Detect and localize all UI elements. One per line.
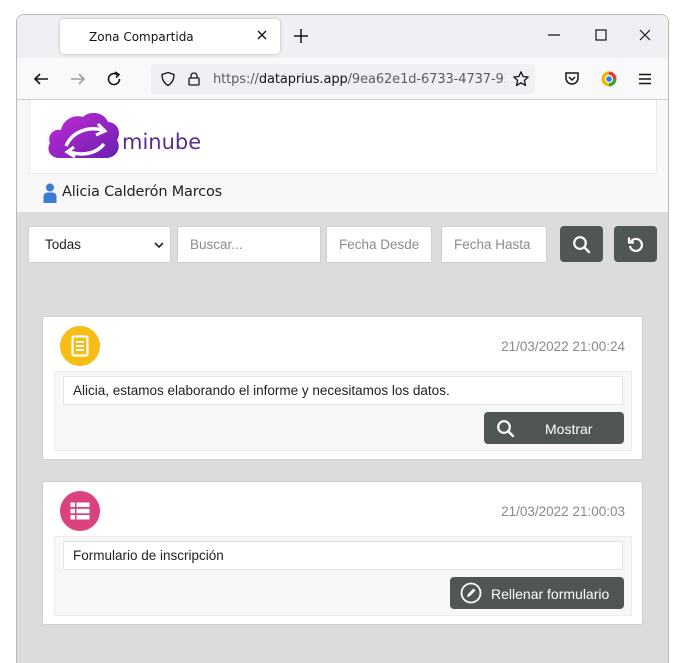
browser-window: Zona Compartida https://dataprius.app/9e…	[16, 14, 669, 663]
fill-form-button[interactable]: Rellenar formulario	[450, 577, 624, 609]
shield-icon[interactable]	[160, 71, 176, 87]
bookmark-star-icon[interactable]	[512, 70, 530, 88]
date-from-input[interactable]	[326, 226, 432, 263]
search-input[interactable]	[177, 226, 321, 263]
close-window-icon[interactable]	[637, 27, 653, 43]
brand-name: minube	[122, 130, 202, 154]
url-prefix: https://	[213, 72, 259, 87]
card-date: 21/03/2022 21:00:24	[501, 339, 625, 354]
card-date: 21/03/2022 21:00:03	[501, 504, 625, 519]
forward-icon[interactable]	[69, 70, 87, 88]
card-message: Formulario de inscripción	[63, 541, 623, 570]
show-button[interactable]: Mostrar	[484, 412, 624, 444]
search-button[interactable]	[560, 226, 603, 262]
minimize-icon[interactable]	[546, 27, 562, 43]
reload-icon[interactable]	[105, 70, 123, 88]
search-icon	[573, 236, 591, 254]
show-button-label: Mostrar	[545, 421, 593, 437]
url-host: dataprius.app	[258, 72, 348, 87]
back-icon[interactable]	[32, 70, 50, 88]
card-message: Alicia, estamos elaborando el informe y …	[63, 376, 623, 405]
reset-button[interactable]	[614, 226, 657, 262]
pocket-icon[interactable]	[563, 70, 581, 88]
message-card: 21/03/2022 21:00:03 Formulario de inscri…	[42, 481, 643, 625]
lock-icon[interactable]	[186, 71, 202, 87]
tab-title: Zona Compartida	[89, 30, 194, 44]
url-text: https://dataprius.app/9ea62e1d-6733-4737…	[213, 72, 505, 87]
list-icon	[70, 502, 90, 520]
card-body: Alicia, estamos elaborando el informe y …	[54, 371, 632, 451]
message-card: 21/03/2022 21:00:24 Alicia, estamos elab…	[42, 316, 643, 460]
user-icon	[43, 183, 57, 203]
url-path: /9ea62e1d-6733-4737-92	[347, 72, 505, 87]
card-type-badge	[60, 326, 100, 366]
user-name: Alicia Calderón Marcos	[62, 184, 222, 200]
fill-form-button-label: Rellenar formulario	[491, 586, 610, 602]
search-icon	[497, 420, 515, 438]
edit-icon	[460, 582, 482, 604]
page-content: minube Alicia Calderón Marcos Todas Busc…	[17, 100, 668, 663]
extension-icon[interactable]	[600, 70, 618, 88]
card-type-badge	[60, 491, 100, 531]
site-header: minube Alicia Calderón Marcos	[17, 100, 668, 212]
menu-icon[interactable]	[636, 70, 654, 88]
new-tab-icon[interactable]	[292, 27, 310, 45]
chevron-down-icon	[154, 242, 164, 249]
card-body: Formulario de inscripción Rellenar formu…	[54, 536, 632, 616]
reset-icon	[627, 237, 643, 253]
date-to-input[interactable]	[441, 226, 547, 263]
tab-bar: Zona Compartida	[17, 15, 668, 58]
type-select-value: Todas	[45, 237, 82, 252]
maximize-icon[interactable]	[593, 27, 609, 43]
cloud-sync-logo-icon	[48, 112, 119, 159]
type-select[interactable]: Todas	[28, 226, 171, 263]
url-bar[interactable]: https://dataprius.app/9ea62e1d-6733-4737…	[151, 64, 535, 94]
filter-bar: Todas	[17, 212, 668, 263]
close-tab-icon[interactable]	[254, 27, 270, 43]
document-icon	[71, 335, 89, 357]
navigation-bar: https://dataprius.app/9ea62e1d-6733-4737…	[17, 58, 668, 100]
logo-banner: minube	[29, 100, 657, 174]
tab-zona-compartida[interactable]: Zona Compartida	[60, 19, 280, 54]
